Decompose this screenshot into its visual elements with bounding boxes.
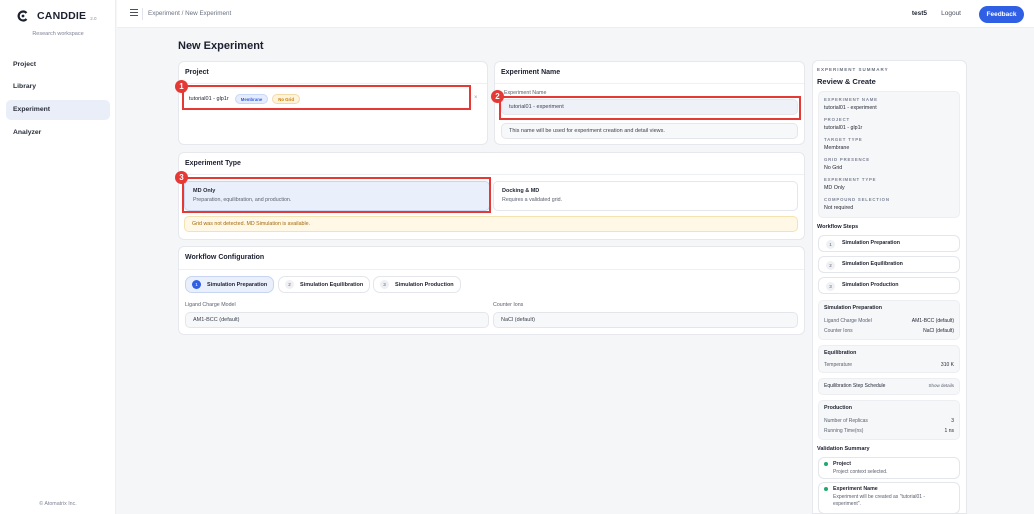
tab-number: 1 [192, 280, 201, 289]
grid-warning: Grid was not detected. MD Simulation is … [184, 216, 798, 232]
annotation-marker-2: 2 [491, 90, 504, 103]
experiment-name-card-title: Experiment Name [501, 69, 561, 76]
workspace-label: Research workspace [32, 31, 84, 37]
equil-summary-title: Equilibration [824, 350, 857, 356]
card-divider [495, 83, 804, 84]
step-label: Simulation Equilibration [842, 261, 903, 267]
counter-ions-label: Counter Ions [493, 302, 524, 308]
logo-text: CANDDIE [37, 10, 87, 22]
validation-item-title: Experiment Name [833, 486, 878, 492]
summary-row-label: Running Time(ns) [824, 428, 864, 434]
option-title: Docking & MD [502, 188, 540, 194]
summary-value: MD Only [824, 185, 845, 191]
ligand-charge-label: Ligand Charge Model [185, 302, 236, 308]
menu-icon[interactable] [130, 9, 138, 17]
summary-value: No Grid [824, 165, 843, 171]
app-version: 2.0 [90, 15, 97, 21]
annotation-box-2 [499, 96, 801, 120]
step-number: 1 [826, 240, 835, 249]
page-title: New Experiment [178, 40, 264, 52]
breadcrumb[interactable]: Experiment / New Experiment [148, 10, 231, 17]
summary-value: tutorial01 - experiment [824, 105, 877, 111]
summary-key: TARGET TYPE [824, 137, 863, 142]
sidebar: CANDDIE 2.0 Research workspace Project L… [0, 0, 116, 514]
tab-number: 3 [380, 280, 389, 289]
summary-key: EXPERIMENT NAME [824, 97, 878, 102]
project-card-title: Project [185, 69, 209, 76]
success-dot-icon [824, 462, 828, 466]
summary-step: 2 Simulation Equilibration [818, 256, 960, 273]
counter-ions-select[interactable]: NaCl (default) [493, 312, 798, 328]
option-desc: Requires a validated grid. [502, 197, 563, 203]
summary-row-label: Ligand Charge Model [824, 318, 872, 324]
summary-key: EXPERIMENT TYPE [824, 177, 877, 182]
step-number: 2 [826, 261, 835, 270]
annotation-marker-1: 1 [175, 80, 188, 93]
success-dot-icon [824, 487, 828, 491]
sidebar-item-library[interactable]: Library [6, 77, 110, 97]
tab-number: 2 [285, 280, 294, 289]
sidebar-item-analyzer[interactable]: Analyzer [6, 123, 110, 143]
summary-row-value: 3 [951, 418, 954, 424]
card-divider [179, 174, 804, 175]
card-divider [179, 269, 804, 270]
show-details-button[interactable]: Show details [928, 383, 954, 388]
card-divider [179, 83, 487, 84]
logo-icon [17, 10, 28, 22]
clear-project-icon[interactable]: × [474, 95, 478, 101]
workflow-steps-title: Workflow Steps [817, 224, 859, 230]
topbar-divider [142, 8, 143, 20]
tab-label: Simulation Production [395, 281, 454, 288]
validation-item-desc: Experiment will be created as "tutorial0… [833, 494, 926, 507]
prep-summary-title: Simulation Preparation [824, 305, 882, 311]
validation-item-title: Project [833, 461, 851, 467]
summary-key: GRID PRESENCE [824, 157, 870, 162]
summary-row-value: 310 K [940, 362, 954, 368]
summary-row-value: 1 ns [944, 428, 954, 434]
summary-step: 1 Simulation Preparation [818, 235, 960, 252]
production-summary-title: Production [824, 405, 852, 411]
summary-row-label: Temperature [824, 362, 853, 368]
summary-title: Review & Create [817, 77, 876, 86]
experiment-name-hint-box: This name will be used for experiment cr… [501, 123, 798, 139]
summary-value: Membrane [824, 145, 850, 151]
sidebar-item-experiment[interactable]: Experiment [6, 100, 110, 120]
app-logo[interactable]: CANDDIE 2.0 [17, 10, 97, 22]
annotation-marker-3: 3 [175, 171, 188, 184]
annotation-box-1 [182, 85, 471, 110]
tab-label: Simulation Equilibration [300, 281, 364, 288]
user-name: test5 [911, 10, 927, 17]
validation-summary-title: Validation Summary [817, 446, 870, 452]
step-number: 3 [826, 282, 835, 291]
schedule-label: Equilibration Step Schedule [824, 383, 886, 389]
step-label: Simulation Preparation [842, 240, 900, 246]
tab-label: Simulation Preparation [207, 281, 268, 288]
summary-row-value: NaCl (default) [923, 328, 954, 334]
ligand-charge-select[interactable]: AM1-BCC (default) [185, 312, 489, 328]
tab-simulation-production[interactable]: 3 Simulation Production [373, 276, 461, 293]
sidebar-item-project[interactable]: Project [6, 55, 110, 75]
summary-row-label: Counter Ions [824, 328, 853, 334]
copyright: © Atomatrix Inc. [39, 501, 77, 507]
summary-key: PROJECT [824, 117, 850, 122]
logout-link[interactable]: Logout [941, 10, 961, 17]
summary-row-label: Number of Replicas [824, 418, 868, 424]
summary-value: tutorial01 - glp1r [824, 125, 863, 131]
type-option-docking-md[interactable]: Docking & MD Requires a validated grid. [493, 181, 798, 211]
validation-item-desc: Project context selected. [833, 469, 888, 475]
tab-simulation-equilibration[interactable]: 2 Simulation Equilibration [278, 276, 371, 293]
summary-row-value: AM1-BCC (default) [911, 318, 954, 324]
summary-value: Not required [824, 205, 854, 211]
experiment-name-hint: This name will be used for experiment cr… [509, 128, 665, 134]
feedback-button[interactable]: Feedback [979, 6, 1024, 23]
summary-step: 3 Simulation Production [818, 277, 960, 294]
step-label: Simulation Production [842, 282, 899, 288]
tab-simulation-preparation[interactable]: 1 Simulation Preparation [185, 276, 275, 293]
summary-kicker: EXPERIMENT SUMMARY [817, 67, 889, 72]
topbar: Experiment / New Experiment test5 Logout… [117, 0, 1034, 28]
summary-key: COMPOUND SELECTION [824, 197, 890, 202]
workflow-card-title: Workflow Configuration [185, 254, 265, 261]
experiment-type-card-title: Experiment Type [185, 160, 241, 167]
annotation-box-3 [182, 177, 491, 213]
